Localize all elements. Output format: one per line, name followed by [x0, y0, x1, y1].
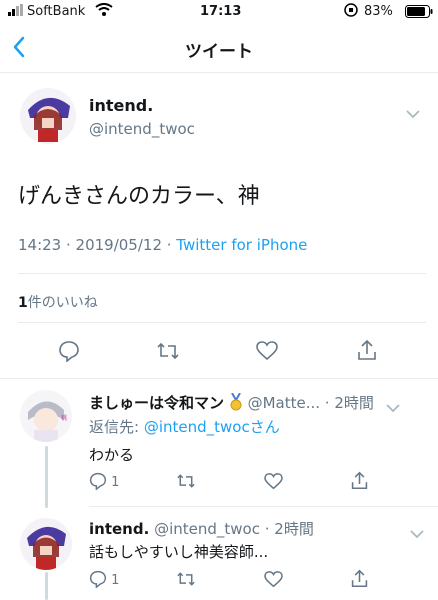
nav-bar: ツイート [0, 24, 438, 73]
share-icon [351, 471, 368, 490]
tweet-meta: 14:23 · 2019/05/12 · Twitter for iPhone [18, 236, 307, 254]
author-handle[interactable]: @intend_twoc [154, 520, 260, 538]
replying-to-label: 返信先: [89, 418, 144, 436]
status-bar: SoftBank 17:13 83% [0, 0, 438, 24]
reply-button[interactable]: 1 [89, 472, 120, 491]
like-button[interactable] [256, 341, 278, 365]
chevron-down-icon[interactable] [410, 524, 424, 543]
reply-count: 1 [111, 573, 120, 588]
share-button[interactable] [350, 471, 369, 494]
tweet-source-link[interactable]: Twitter for iPhone [176, 236, 307, 254]
share-button[interactable] [350, 569, 369, 592]
like-button[interactable] [264, 571, 283, 592]
divider [89, 506, 438, 507]
reply-header: intend. @intend_twoc · 2時間 [89, 518, 314, 539]
like-button[interactable] [264, 473, 283, 494]
avatar[interactable]: 桃 [20, 390, 72, 442]
likes-count: 1 [18, 295, 28, 311]
share-icon [351, 569, 368, 588]
carrier-label: SoftBank [27, 4, 86, 19]
divider [18, 273, 426, 274]
heart-icon [264, 571, 283, 588]
retweet-icon [177, 572, 195, 586]
author-name[interactable]: intend. [89, 520, 149, 538]
medal-icon [229, 392, 243, 415]
replying-to: 返信先: @intend_twocさん [89, 416, 280, 437]
divider [0, 378, 438, 379]
likes-label: 件のいいね [27, 295, 98, 311]
author-name[interactable]: intend. [89, 96, 153, 115]
battery-percent: 83% [364, 4, 393, 19]
author-handle[interactable]: @Matte... [248, 394, 320, 412]
reply-icon [59, 341, 79, 363]
heart-icon [256, 341, 278, 361]
reply-icon [89, 570, 107, 589]
likes-summary[interactable]: 1件のいいね [18, 292, 98, 312]
wifi-icon [95, 3, 113, 20]
heart-icon [264, 473, 283, 490]
retweet-icon [157, 342, 179, 360]
reply-header: ましゅーは令和マン @Matte... · 2時間 [89, 392, 374, 415]
tweet-text: げんきさんのカラー、神 [18, 184, 260, 209]
avatar[interactable] [20, 88, 76, 144]
reply-button[interactable]: 1 [89, 570, 120, 589]
replying-to-suffix: さん [249, 418, 280, 436]
retweet-button[interactable] [176, 472, 196, 494]
reply-text: わかる [89, 446, 135, 464]
chevron-down-icon[interactable] [386, 398, 400, 417]
thread-line [45, 446, 48, 508]
author-name[interactable]: ましゅーは令和マン [89, 394, 224, 412]
rotation-lock-icon [344, 3, 358, 21]
reply-time: · 2時間 [264, 520, 314, 538]
chevron-down-icon[interactable] [406, 104, 420, 123]
reply-time: · 2時間 [324, 394, 374, 412]
reply-icon [89, 472, 107, 491]
page-title: ツイート [185, 42, 253, 62]
signal-icon [8, 4, 24, 20]
svg-text:桃: 桃 [61, 414, 67, 422]
reply-text: 話もしやすいし神美容師... [89, 543, 269, 561]
replying-to-link[interactable]: @intend_twoc [144, 418, 250, 436]
avatar[interactable] [20, 518, 72, 570]
divider [18, 322, 426, 323]
clock: 17:13 [200, 4, 242, 19]
retweet-button[interactable] [176, 570, 196, 592]
thread-line [45, 572, 48, 600]
share-button[interactable] [356, 339, 378, 365]
author-handle[interactable]: @intend_twoc [89, 120, 195, 138]
battery-icon [405, 5, 433, 22]
retweet-icon [177, 474, 195, 488]
reply-count: 1 [111, 475, 120, 490]
retweet-button[interactable] [156, 340, 180, 366]
share-icon [358, 339, 376, 360]
tweet-timestamp: 14:23 · 2019/05/12 · [18, 236, 177, 254]
reply-button[interactable] [58, 340, 80, 366]
